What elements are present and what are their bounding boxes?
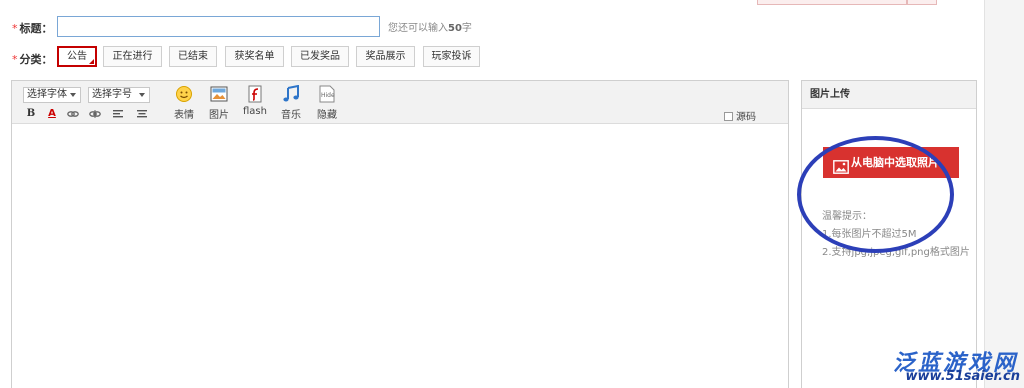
watermark-url: www.51saier.cn (905, 369, 1020, 384)
page-right-gutter (984, 0, 1024, 388)
insert-hide-button[interactable]: Hide 隐藏 (312, 85, 342, 121)
site-watermark: 泛蓝游戏网 www.51saier.cn (876, 343, 1024, 388)
insert-image-button[interactable]: 图片 (204, 85, 234, 121)
flash-icon (246, 85, 264, 103)
category-button-winners[interactable]: 获奖名单 (225, 46, 284, 67)
editor-toolbar: 选择字体 选择字号 B A 表情 图片 flash 音乐 Hide 隐藏 源码 (12, 81, 788, 124)
source-checkbox[interactable] (724, 112, 733, 121)
rich-text-editor[interactable]: 选择字体 选择字号 B A 表情 图片 flash 音乐 Hide 隐藏 源码 (11, 80, 789, 388)
chevron-down-icon (70, 93, 76, 97)
select-photo-button[interactable]: 从电脑中选取照片 (823, 147, 959, 178)
top-tab-fragment (757, 0, 907, 5)
align-center-icon[interactable] (136, 108, 148, 120)
source-toggle[interactable]: 源码 (724, 108, 756, 123)
music-icon (282, 84, 300, 103)
category-button-ongoing[interactable]: 正在进行 (103, 46, 162, 67)
svg-text:Hide: Hide (321, 92, 335, 99)
hide-icon: Hide (318, 85, 336, 103)
picture-icon (833, 155, 849, 174)
upload-panel-title: 图片上传 (802, 81, 976, 109)
title-input[interactable] (57, 16, 380, 37)
category-label: * 分类： (12, 53, 53, 66)
align-left-icon[interactable] (112, 108, 124, 120)
bold-button[interactable]: B (25, 108, 37, 120)
category-button-announcement[interactable]: 公告 (57, 46, 97, 67)
category-button-complaints[interactable]: 玩家投诉 (423, 46, 480, 67)
title-char-hint: 您还可以输入50字 (388, 23, 472, 34)
font-size-select[interactable]: 选择字号 (88, 87, 150, 103)
insert-music-button[interactable]: 音乐 (276, 84, 306, 121)
title-label: * 标题： (12, 22, 53, 35)
emoticon-icon (175, 85, 193, 103)
emoticon-button[interactable]: 表情 (169, 85, 199, 121)
unlink-icon[interactable] (89, 108, 101, 120)
chevron-down-icon (139, 93, 145, 97)
category-button-ended[interactable]: 已结束 (169, 46, 217, 67)
insert-flash-button[interactable]: flash (240, 85, 270, 121)
link-icon[interactable] (67, 108, 79, 120)
image-icon (210, 85, 228, 103)
top-tab-fragment (907, 0, 937, 5)
text-color-button[interactable]: A (46, 108, 58, 120)
upload-tips: 温馨提示： 1.每张图片不超过5M 2.支持jpg,jpeg,gif,png格式… (822, 211, 970, 258)
category-button-prizes-sent[interactable]: 已发奖品 (291, 46, 349, 67)
category-button-prize-show[interactable]: 奖品展示 (356, 46, 415, 67)
image-upload-panel: 图片上传 从电脑中选取照片 温馨提示： 1.每张图片不超过5M 2.支持jpg,… (801, 80, 977, 388)
page-right-divider (984, 0, 985, 388)
font-family-select[interactable]: 选择字体 (23, 87, 81, 103)
